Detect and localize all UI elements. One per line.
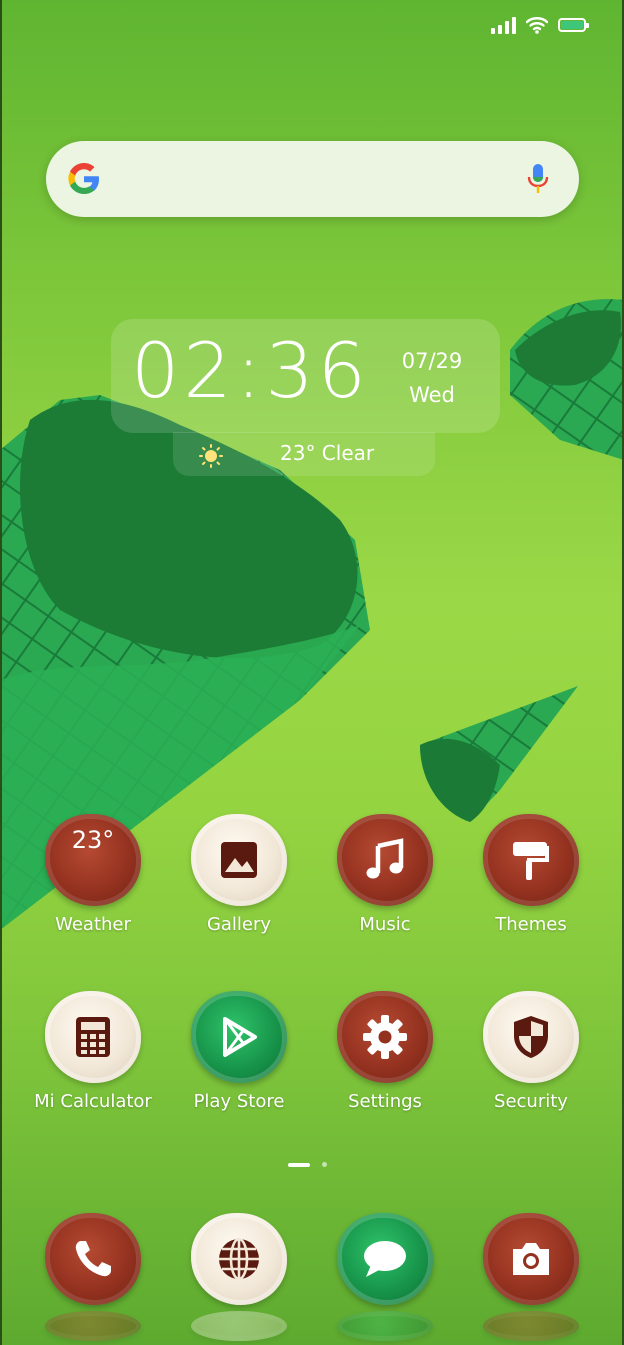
app-themes[interactable]: Themes [471, 814, 591, 935]
weather-temp-badge: 23° [71, 826, 115, 854]
calculator-icon [45, 991, 141, 1083]
dock-browser[interactable] [179, 1213, 299, 1341]
weather-summary: 23° Clear [280, 441, 375, 465]
page-dot-active [288, 1162, 310, 1167]
sun-icon [199, 444, 223, 468]
app-mi-calculator[interactable]: Mi Calculator [33, 991, 153, 1112]
battery-icon [558, 18, 589, 32]
signal-icon [491, 16, 516, 34]
date-text: 07/29 [401, 349, 463, 373]
camera-icon [483, 1213, 579, 1305]
paint-roller-icon [483, 814, 579, 906]
phone-reflection [45, 1311, 141, 1341]
app-label: Music [359, 914, 411, 935]
phone-icon [45, 1213, 141, 1305]
status-bar [491, 16, 589, 34]
app-label: Settings [348, 1091, 422, 1112]
app-weather[interactable]: 23° Weather [33, 814, 153, 935]
clock-time: 02:36 [131, 326, 371, 415]
app-label: Weather [55, 914, 131, 935]
day-text: Wed [409, 383, 455, 407]
app-play-store[interactable]: Play Store [179, 991, 299, 1112]
app-label: Themes [495, 914, 567, 935]
clock-date: 07/29 Wed [388, 344, 476, 412]
browser-reflection [191, 1311, 287, 1341]
messages-reflection [337, 1311, 433, 1341]
play-store-icon [191, 991, 287, 1083]
app-label: Security [494, 1091, 568, 1112]
app-label: Mi Calculator [34, 1091, 152, 1112]
weather-icon: 23° [45, 814, 141, 906]
page-indicator [288, 1162, 327, 1167]
app-music[interactable]: Music [325, 814, 445, 935]
shield-icon [483, 991, 579, 1083]
gallery-icon [191, 814, 287, 906]
app-security[interactable]: Security [471, 991, 591, 1112]
app-label: Play Store [193, 1091, 285, 1112]
gear-icon [337, 991, 433, 1083]
page-dot [322, 1162, 327, 1167]
dock-phone[interactable] [33, 1213, 153, 1341]
dock-camera[interactable] [471, 1213, 591, 1341]
wifi-icon [526, 17, 548, 34]
google-logo-icon [68, 163, 99, 194]
app-label: Gallery [206, 914, 272, 935]
app-gallery[interactable]: Gallery [179, 814, 299, 935]
dock-messages[interactable] [325, 1213, 445, 1341]
music-icon [337, 814, 433, 906]
camera-reflection [483, 1311, 579, 1341]
globe-icon [191, 1213, 287, 1305]
google-search-bar[interactable] [46, 141, 579, 217]
microphone-icon[interactable] [527, 163, 549, 195]
app-settings[interactable]: Settings [325, 991, 445, 1112]
chat-bubble-icon [337, 1213, 433, 1305]
